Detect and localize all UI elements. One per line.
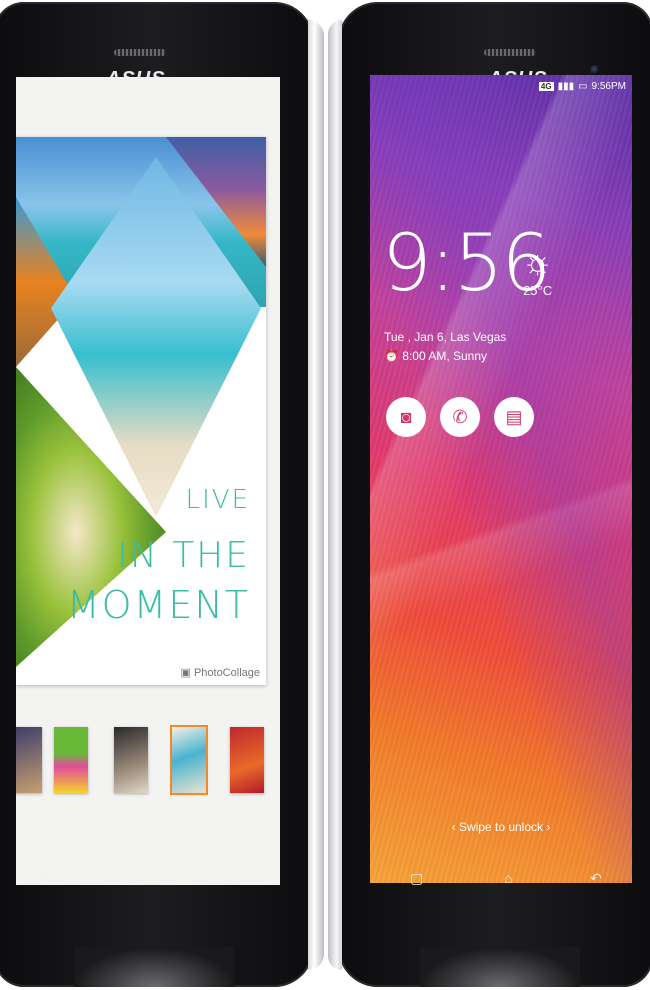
camera-icon: ◙ [400,406,412,427]
battery-icon: ▭ [578,81,588,92]
speaker-grille [484,49,536,56]
speaker-grille [114,49,166,56]
status-bar: 4G ▮▮▮ ▭ 9:56PM [538,81,626,92]
recent-apps-button[interactable]: ▢ [410,870,423,887]
home-button[interactable]: ⌂ [504,870,512,886]
template-thumb[interactable] [114,727,148,793]
collage-canvas[interactable]: LIVE IN THE MOMENT ▣ PhotoCollage [16,137,266,685]
template-thumb-selected[interactable] [170,725,208,795]
template-strip [16,725,280,817]
message-shortcut[interactable]: ▤ [494,397,534,437]
template-thumb[interactable] [54,727,88,793]
sun-icon: ☼ [522,243,554,281]
collage-app-icon: ▣ [180,667,191,679]
photocollage-logo: ▣ PhotoCollage [180,666,260,679]
alarm-info: ⏰ 8:00 AM, Sunny [384,349,487,363]
left-navbar: ↶ ⌂ ▢ [16,852,280,904]
back-button[interactable]: ↶ [38,870,50,887]
lock-screen[interactable]: 4G ▮▮▮ ▭ 9:56PM 9:56 ☼ 25°C Tue , Jan 6,… [370,75,632,883]
home-button[interactable]: ⌂ [128,870,136,886]
status-time: 9:56PM [591,81,626,92]
right-phone-edge [328,20,342,970]
alarm-text: 8:00 AM, Sunny [402,349,488,363]
front-camera [590,65,600,75]
left-phone: ASUS LIVE IN THE MOMENT ▣ PhotoCollage ↶… [0,2,324,987]
camera-shortcut[interactable]: ◙ [386,397,426,437]
right-navbar: ▢ ⌂ ↶ [370,852,632,904]
back-button[interactable]: ↶ [590,870,602,887]
network-badge: 4G [538,82,554,91]
alarm-icon: ⏰ [384,349,399,363]
temperature: 25°C [523,283,553,298]
collage-text-line1: LIVE [185,485,250,515]
collage-text-line2: IN THE [117,535,250,576]
photocollage-label: PhotoCollage [193,667,260,679]
signal-icon: ▮▮▮ [557,81,575,92]
recent-apps-button[interactable]: ▢ [216,870,229,887]
date-location: Tue , Jan 6, Las Vegas [384,330,507,344]
phone-chin [420,947,580,987]
photo-collage-screen: LIVE IN THE MOMENT ▣ PhotoCollage [16,77,280,885]
template-thumb[interactable] [230,727,264,793]
phone-icon: ✆ [452,406,468,427]
template-thumb[interactable] [16,727,42,793]
message-icon: ▤ [505,406,523,427]
phone-shortcut[interactable]: ✆ [440,397,480,437]
weather-widget: ☼ 25°C [522,245,553,298]
left-phone-edge [308,20,324,970]
swipe-to-unlock[interactable]: ‹ Swipe to unlock › [370,820,632,834]
phone-chin [74,947,234,987]
collage-text-line3: MOMENT [66,583,250,627]
